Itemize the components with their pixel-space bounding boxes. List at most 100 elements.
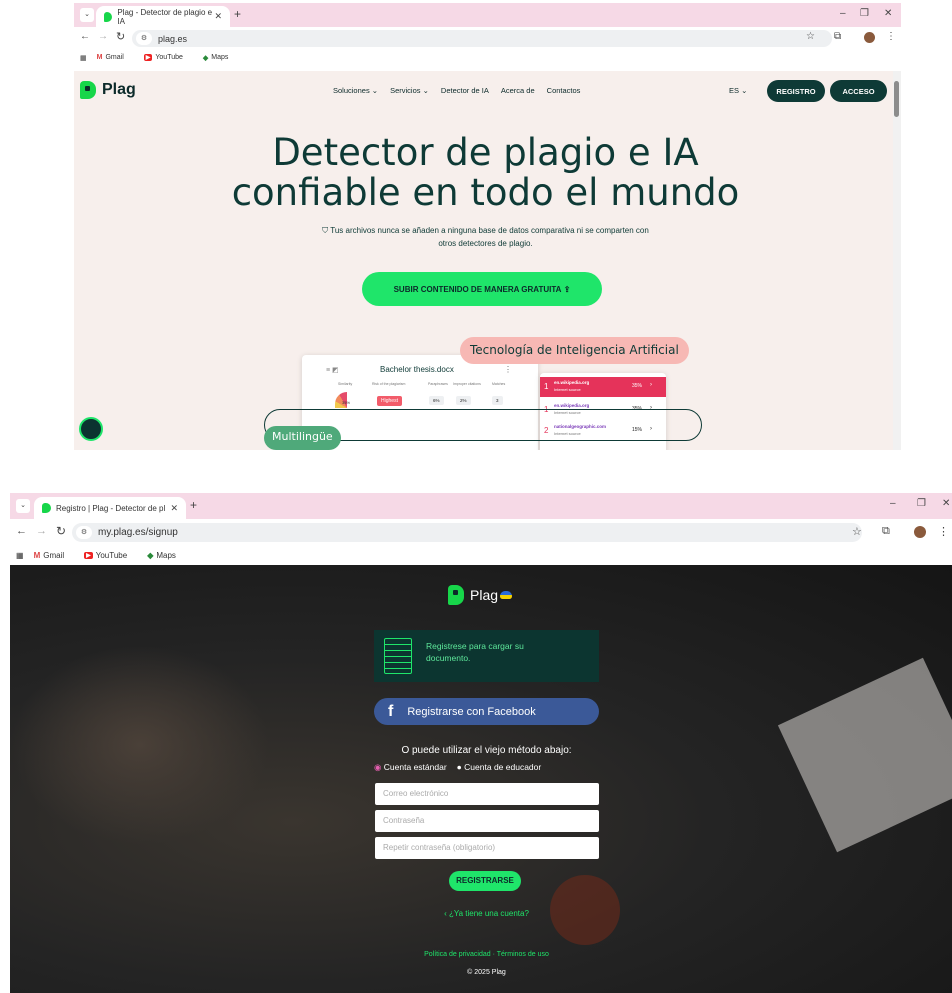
new-tab-icon[interactable]: + <box>234 7 241 21</box>
metric-label: Improper citations <box>453 382 481 386</box>
nav-contactos[interactable]: Contactos <box>547 86 581 95</box>
account-type-radios: ◉ Cuenta estándar ● Cuenta de educador <box>374 762 599 773</box>
menu-lines-icon: ≡ ◩ <box>326 367 339 374</box>
brand-name: Plag <box>102 81 136 98</box>
radio-label: Cuenta de educador <box>464 762 542 772</box>
source-num: 1 <box>544 382 549 391</box>
bookmark-star-icon[interactable]: ☆ <box>852 525 862 538</box>
new-tab-icon[interactable]: + <box>190 498 197 512</box>
bookmark-star-icon[interactable]: ☆ <box>806 31 815 42</box>
register-submit-button[interactable]: REGISTRARSE <box>449 871 521 891</box>
site-info-icon[interactable]: ⚙ <box>136 32 152 45</box>
back-icon[interactable]: ← <box>16 525 27 537</box>
minimize-icon[interactable]: – <box>890 498 896 509</box>
apps-icon[interactable]: ▦ <box>80 54 87 62</box>
plag-logo[interactable]: Plag <box>80 81 136 99</box>
restore-icon[interactable]: ❐ <box>860 8 869 19</box>
privacy-link[interactable]: Política de privacidad <box>424 951 491 958</box>
close-window-icon[interactable]: ✕ <box>942 498 950 509</box>
email-field[interactable]: Correo electrónico <box>375 783 599 805</box>
address-bar[interactable]: ⚙ my.plag.es/signup <box>72 523 862 542</box>
bookmarks-bar: ▦ M Gmail ▶ YouTube ◆ Maps <box>10 545 952 565</box>
nav-soluciones[interactable]: Soluciones ⌄ <box>333 86 378 95</box>
tab-list-icon[interactable]: ⌄ <box>16 499 30 513</box>
radio-educator[interactable]: ● Cuenta de educador <box>457 762 542 773</box>
risk-badge: Highest <box>377 396 402 406</box>
toolbar: ← → ↻ ⚙ my.plag.es/signup ☆ ⧉ ⋮ <box>10 519 952 545</box>
radio-standard[interactable]: ◉ Cuenta estándar <box>374 762 447 773</box>
radio-label: Cuenta estándar <box>383 762 447 772</box>
hero-title-line1: Detector de plagio e IA <box>272 131 699 174</box>
signup-logo: Plag <box>448 585 513 605</box>
back-icon[interactable]: ← <box>80 31 90 42</box>
reload-icon[interactable]: ↻ <box>116 30 125 43</box>
apps-icon[interactable]: ▦ <box>16 551 24 560</box>
bookmark-youtube[interactable]: ▶ YouTube <box>143 54 193 61</box>
bookmark-maps[interactable]: ◆ Maps <box>147 551 186 560</box>
more-icon[interactable]: ⋮ <box>504 365 512 374</box>
tab-plag[interactable]: Plag - Detector de plagio e IA ✕ <box>96 6 230 27</box>
toolbar: ← → ↻ ⚙ plag.es ☆ ⧉ ⋮ <box>74 27 901 49</box>
close-window-icon[interactable]: ✕ <box>884 8 892 19</box>
upload-cta-button[interactable]: SUBIR CONTENIDO DE MANERA GRATUITA ⇪ <box>362 272 602 306</box>
plag-logo-icon <box>80 81 96 99</box>
nav-detector-ia[interactable]: Detector de IA <box>441 86 489 95</box>
ai-technology-badge: Tecnología de Inteligencia Artificial <box>460 337 689 364</box>
bookmark-youtube[interactable]: ▶ YouTube <box>84 551 137 560</box>
metric-label: Matches <box>492 382 506 386</box>
extensions-icon[interactable]: ⧉ <box>834 31 841 42</box>
restore-icon[interactable]: ❐ <box>917 498 926 509</box>
reload-icon[interactable]: ↻ <box>56 524 66 538</box>
nav-acerca[interactable]: Acerca de <box>501 86 535 95</box>
site-info-icon[interactable]: ⚙ <box>76 526 92 539</box>
nav-label: Soluciones <box>333 86 370 95</box>
hero-subtitle: ⛉ Tus archivos nunca se añaden a ninguna… <box>74 226 897 236</box>
bookmark-maps[interactable]: ◆ Maps <box>203 54 239 62</box>
facebook-icon: f <box>388 702 394 720</box>
bookmark-label: Maps <box>211 54 229 61</box>
bookmark-label: YouTube <box>95 550 128 560</box>
background-papers <box>777 657 952 853</box>
tab-registro[interactable]: Registro | Plag - Detector de pl ✕ <box>34 497 186 519</box>
nav-servicios[interactable]: Servicios ⌄ <box>390 86 429 95</box>
subtitle-line1: Tus archivos nunca se añaden a ninguna b… <box>330 226 649 235</box>
scrollbar-thumb[interactable] <box>894 81 899 117</box>
page-scrollbar[interactable] <box>893 71 901 450</box>
menu-icon[interactable]: ⋮ <box>886 31 896 42</box>
login-link[interactable]: ‹ ¿Ya tiene una cuenta? <box>374 909 599 918</box>
tab-title: Registro | Plag - Detector de pl <box>56 503 166 513</box>
maps-icon: ◆ <box>202 54 209 62</box>
login-link-label: ¿Ya tiene una cuenta? <box>448 909 529 918</box>
terms-link[interactable]: Términos de uso <box>497 951 549 958</box>
footer-links: Política de privacidad · Términos de uso <box>424 951 549 958</box>
login-button[interactable]: ACCESO <box>830 80 887 102</box>
close-tab-icon[interactable]: ✕ <box>170 503 178 514</box>
facebook-signup-button[interactable]: f Registrarse con Facebook <box>374 698 599 725</box>
address-bar[interactable]: ⚙ plag.es <box>132 30 832 47</box>
accessibility-icon[interactable] <box>79 417 103 441</box>
bookmark-gmail[interactable]: M Gmail <box>97 54 134 61</box>
close-tab-icon[interactable]: ✕ <box>214 11 222 22</box>
language-selector[interactable]: ES ⌄ <box>729 86 747 95</box>
metric-label: Similarity <box>338 382 353 386</box>
forward-icon[interactable]: → <box>36 525 47 537</box>
chevron-down-icon: ⌄ <box>422 86 429 95</box>
password-field[interactable]: Contraseña <box>375 810 599 832</box>
register-button[interactable]: REGISTRO <box>767 80 825 102</box>
menu-icon[interactable]: ⋮ <box>938 525 949 538</box>
extensions-icon[interactable]: ⧉ <box>882 525 890 538</box>
youtube-icon: ▶ <box>143 54 153 61</box>
plag-logo-icon <box>448 585 464 605</box>
forward-icon[interactable]: → <box>98 31 108 42</box>
bookmark-gmail[interactable]: M Gmail <box>34 551 75 560</box>
minimize-icon[interactable]: – <box>840 8 846 19</box>
profile-avatar[interactable] <box>864 32 875 43</box>
chevron-left-icon: ‹ <box>444 909 447 918</box>
info-box: Registrese para cargar su documento. <box>374 630 599 682</box>
radio-selected-icon: ◉ <box>374 762 382 772</box>
repeat-password-field[interactable]: Repetir contraseña (obligatorio) <box>375 837 599 859</box>
profile-avatar[interactable] <box>914 526 926 538</box>
file-name: Bachelor thesis.docx <box>380 365 454 374</box>
source-row-active[interactable]: 1 en.wikipedia.org Internet source 35% › <box>540 377 666 397</box>
tab-list-icon[interactable]: ⌄ <box>80 8 94 22</box>
